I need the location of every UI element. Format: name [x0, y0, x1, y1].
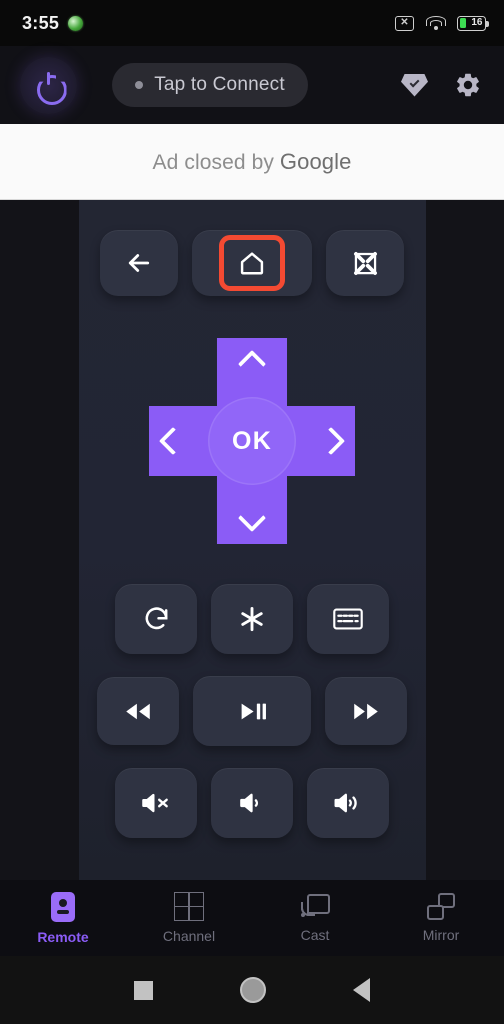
remote-control-icon: [51, 891, 75, 922]
remote-nav-row: [79, 230, 426, 296]
remote-media-row: [79, 676, 426, 746]
volume-up-button[interactable]: [307, 768, 389, 838]
phone-screen: 3:55 ✕ 16 Tap to Connect Ad closed by Go…: [0, 0, 504, 1024]
status-bar: 3:55 ✕ 16: [0, 0, 504, 46]
battery-icon: 16: [457, 15, 489, 31]
mute-button[interactable]: [115, 768, 197, 838]
no-sim-x-icon: ✕: [395, 15, 414, 31]
dpad-down-button[interactable]: [230, 496, 274, 540]
nav-label-cast: Cast: [300, 926, 330, 943]
home-button[interactable]: [192, 230, 312, 296]
home-icon: [240, 252, 264, 275]
circle-home-icon[interactable]: [239, 977, 266, 1003]
asterisk-icon: [241, 606, 263, 632]
remote-function-row: [79, 584, 426, 654]
replay-rotate-icon: [145, 606, 167, 629]
dpad-up-button[interactable]: [230, 342, 274, 386]
volume-down-icon: [240, 793, 259, 813]
nav-item-mirror[interactable]: Mirror: [378, 880, 504, 956]
back-button[interactable]: [100, 230, 178, 296]
fullscreen-button[interactable]: [326, 230, 404, 296]
status-bar-left: 3:55: [22, 12, 84, 34]
nav-item-cast[interactable]: Cast: [252, 880, 378, 956]
options-button[interactable]: [211, 584, 293, 654]
status-bar-clock: 3:55: [22, 12, 60, 33]
tap-to-connect-label: Tap to Connect: [154, 74, 285, 95]
bottom-nav-bar: Remote Channel Cast Mirror: [0, 880, 504, 956]
ad-banner-label: Ad closed by Google: [152, 148, 352, 174]
nav-label-channel: Channel: [162, 927, 216, 944]
power-button[interactable]: [20, 56, 77, 114]
chevron-right-icon: [316, 426, 346, 456]
power-icon: [36, 72, 62, 98]
connection-status-dot: [135, 81, 144, 89]
gear-icon[interactable]: [454, 71, 482, 99]
remote-volume-row: [79, 768, 426, 838]
dpad-right-button[interactable]: [309, 419, 353, 463]
volume-up-icon: [334, 793, 357, 813]
keyboard-icon: [333, 608, 363, 630]
chevron-down-icon: [237, 503, 267, 533]
fast-forward-button[interactable]: [325, 677, 407, 745]
top-bar-actions: [401, 71, 482, 99]
volume-mute-icon: [142, 793, 168, 813]
replay-button[interactable]: [115, 584, 197, 654]
system-navigation-bar: [0, 956, 504, 1024]
remote-area: OK: [0, 200, 504, 880]
diamond-gem-icon[interactable]: [401, 73, 428, 97]
status-bar-right: ✕ 16: [395, 15, 489, 31]
cast-icon: [300, 893, 330, 920]
ok-button-label: OK: [232, 426, 272, 455]
nav-item-remote[interactable]: Remote: [0, 880, 126, 956]
screen-mirror-icon: [427, 893, 455, 920]
app-top-bar: Tap to Connect: [0, 46, 504, 124]
rewind-icon: [126, 703, 150, 719]
wifi-icon: [425, 15, 446, 31]
remote-panel: OK: [78, 200, 426, 880]
volume-down-button[interactable]: [211, 768, 293, 838]
grid-icon: [174, 891, 204, 922]
dpad-left-button[interactable]: [151, 419, 195, 463]
rewind-button[interactable]: [97, 677, 179, 745]
tap-to-connect-button[interactable]: Tap to Connect: [112, 63, 308, 107]
ok-button[interactable]: OK: [208, 397, 296, 485]
triangle-back-icon[interactable]: [353, 978, 371, 1002]
fullscreen-icon: [353, 251, 377, 275]
arrow-left-icon: [128, 254, 150, 272]
green-app-dot-icon: [68, 15, 84, 31]
nav-label-remote: Remote: [37, 928, 89, 945]
chevron-up-icon: [237, 349, 267, 379]
nav-item-channel[interactable]: Channel: [126, 880, 252, 956]
play-pause-button[interactable]: [193, 676, 311, 746]
ad-banner[interactable]: Ad closed by Google: [0, 124, 504, 200]
fast-forward-icon: [354, 703, 378, 719]
square-recents-icon[interactable]: [133, 980, 153, 1000]
keyboard-button[interactable]: [307, 584, 389, 654]
battery-level-label: 16: [471, 17, 483, 28]
chevron-left-icon: [158, 426, 188, 456]
play-pause-icon: [241, 703, 266, 719]
nav-label-mirror: Mirror: [422, 927, 460, 943]
dpad: OK: [149, 338, 355, 544]
